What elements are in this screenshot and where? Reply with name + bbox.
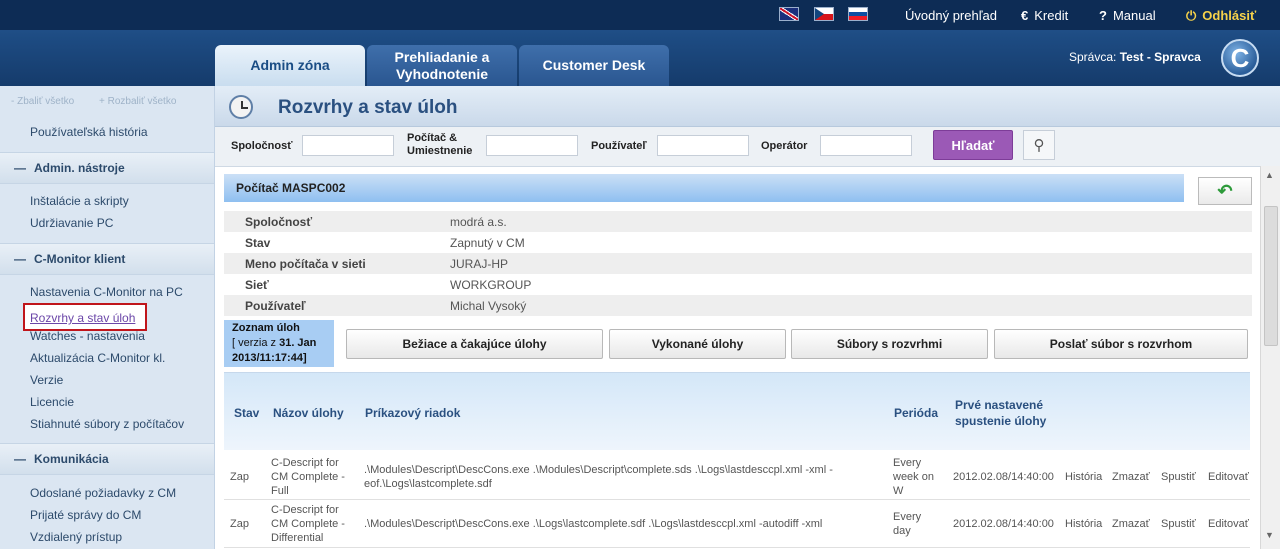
search-button[interactable]: Hľadať <box>933 130 1013 160</box>
col-first-run: Prvé nastavené spustenie úlohy <box>955 398 1047 428</box>
row-status: Zap <box>230 518 249 530</box>
col-name: Názov úlohy <box>273 406 344 420</box>
send-schedule-file-button[interactable]: Poslať súbor s rozvrhom <box>994 329 1248 359</box>
collapse-dash-icon: — <box>14 161 26 175</box>
sidebar-item-cmonitor-settings[interactable]: Nastavenia C-Monitor na PC <box>30 285 183 299</box>
credit-link[interactable]: € Kredit <box>1021 8 1068 23</box>
filter-bar: Spoločnosť Počítač & Umiestnenie Používat… <box>215 127 1280 167</box>
run-link[interactable]: Spustiť <box>1161 470 1196 484</box>
edit-link[interactable]: Editovať <box>1208 517 1249 531</box>
history-link[interactable]: História <box>1065 517 1102 531</box>
history-link[interactable]: História <box>1065 470 1102 484</box>
sidebar-section-communication[interactable]: — Komunikácia <box>0 443 214 475</box>
cz-flag-icon[interactable] <box>814 7 834 21</box>
row-first-run: 2012.02.08/14:40:00 <box>953 518 1054 530</box>
admin-info: Správca: Test - Spravca <box>1069 50 1201 64</box>
scroll-down-icon[interactable]: ▼ <box>1265 530 1274 540</box>
row-period: Every week on W <box>893 457 934 497</box>
col-command: Príkazový riadok <box>365 406 461 420</box>
sidebar-item-schedules-active[interactable]: Rozvrhy a stav úloh <box>23 303 147 331</box>
info-row-company: Spoločnosť modrá a.s. <box>224 211 1252 232</box>
overview-link[interactable]: Úvodný prehľad <box>905 8 997 23</box>
collapse-all-link[interactable]: - Zbaliť všetko <box>11 96 74 107</box>
computer-header: Počítač MASPC002 <box>224 174 1184 202</box>
sidebar-section-admin-tools[interactable]: — Admin. nástroje <box>0 152 214 184</box>
info-row-computer-name: Meno počítača v sieti JURAJ-HP <box>224 253 1252 274</box>
operator-label: Operátor <box>761 140 808 152</box>
company-input[interactable] <box>302 135 394 156</box>
sidebar-item-user-history[interactable]: Používateľská história <box>30 125 148 139</box>
clock-icon <box>229 95 253 119</box>
sidebar-item-received-messages[interactable]: Prijaté správy do CM <box>30 508 141 522</box>
schedule-files-button[interactable]: Súbory s rozvrhmi <box>791 329 988 359</box>
sidebar-section-cmonitor-client[interactable]: — C-Monitor klient <box>0 243 214 275</box>
sidebar: - Zbaliť všetko + Rozbaliť všetko Použív… <box>0 86 215 549</box>
computer-detail: Počítač MASPC002 ↶ Spoločnosť modrá a.s. … <box>224 174 1254 549</box>
zoom-search-icon[interactable]: ⚲ <box>1023 130 1055 160</box>
expand-all-link[interactable]: + Rozbaliť všetko <box>99 96 176 107</box>
page-header: Rozvrhy a stav úloh <box>215 86 1280 127</box>
euro-icon: € <box>1021 8 1029 23</box>
collapse-dash-icon: — <box>14 252 26 266</box>
tab-review-evaluation[interactable]: Prehliadanie a Vyhodnotenie <box>367 45 517 86</box>
sidebar-item-cmonitor-update[interactable]: Aktualizácia C-Monitor kl. <box>30 351 165 365</box>
user-input[interactable] <box>657 135 749 156</box>
sidebar-item-downloaded-files[interactable]: Stiahnuté súbory z počítačov <box>30 417 184 431</box>
sidebar-item-sent-requests[interactable]: Odoslané požiadavky z CM <box>30 486 176 500</box>
row-command: .\Modules\Descript\DescCons.exe .\Module… <box>364 464 833 490</box>
power-icon: ⏻ <box>1186 8 1197 23</box>
main-content: Rozvrhy a stav úloh Spoločnosť Počítač &… <box>215 86 1280 549</box>
sidebar-item-watches[interactable]: Watches - nastavenia <box>30 329 145 343</box>
table-row: Zap C-Descript for CM Complete - Full .\… <box>224 452 1250 500</box>
row-first-run: 2012.02.08/14:40:00 <box>953 471 1054 483</box>
cmonitor-logo-icon: C <box>1221 39 1259 77</box>
collapse-dash-icon: — <box>14 452 26 466</box>
row-command: .\Modules\Descript\DescCons.exe .\Logs\l… <box>364 518 823 530</box>
admin-name[interactable]: Test - Spravca <box>1120 50 1201 64</box>
vertical-scrollbar[interactable]: ▲ ▼ <box>1260 166 1280 549</box>
delete-link[interactable]: Zmazať <box>1112 470 1150 484</box>
scroll-thumb[interactable] <box>1264 206 1278 346</box>
logout-link[interactable]: ⏻ Odhlásiť <box>1186 8 1256 24</box>
row-period: Every day <box>893 511 922 537</box>
operator-input[interactable] <box>820 135 912 156</box>
row-name: C-Descript for CM Complete - Differentia… <box>271 504 345 544</box>
computer-input[interactable] <box>486 135 578 156</box>
sidebar-item-pc-maintenance[interactable]: Udržiavanie PC <box>30 216 113 230</box>
help-icon: ? <box>1099 8 1107 23</box>
task-table-header: Stav Názov úlohy Príkazový riadok Periód… <box>224 372 1250 450</box>
row-name: C-Descript for CM Complete - Full <box>271 457 345 497</box>
col-period: Perióda <box>894 406 939 420</box>
sidebar-item-remote-access[interactable]: Vzdialený prístup <box>30 530 122 544</box>
info-row-status: Stav Zapnutý v CM <box>245 236 525 250</box>
info-row-network: Sieť WORKGROUP <box>245 278 532 292</box>
edit-link[interactable]: Editovať <box>1208 470 1249 484</box>
delete-link[interactable]: Zmazať <box>1112 517 1150 531</box>
table-row: Zap C-Descript for CM Complete - Differe… <box>224 500 1250 548</box>
col-status: Stav <box>234 406 260 420</box>
page-title: Rozvrhy a stav úloh <box>278 97 458 118</box>
running-tasks-button[interactable]: Bežiace a čakajúce úlohy <box>346 329 603 359</box>
run-link[interactable]: Spustiť <box>1161 517 1196 531</box>
sidebar-item-installations[interactable]: Inštalácie a skripty <box>30 194 129 208</box>
task-list-title: Zoznam úloh [ verzia z 31. Jan 2013/11:1… <box>224 320 334 367</box>
back-arrow-icon[interactable]: ↶ <box>1198 177 1252 205</box>
scroll-up-icon[interactable]: ▲ <box>1265 170 1274 180</box>
sk-flag-icon[interactable] <box>848 7 868 21</box>
completed-tasks-button[interactable]: Vykonané úlohy <box>609 329 786 359</box>
tab-admin-zone[interactable]: Admin zóna <box>215 45 365 86</box>
user-label: Používateľ <box>591 140 647 152</box>
top-header: Úvodný prehľad € Kredit ? Manual ⏻ Odhlásiť… <box>0 0 1280 86</box>
info-row-user: Používateľ Michal Vysoký <box>224 295 1252 316</box>
company-label: Spoločnosť <box>231 140 293 152</box>
row-status: Zap <box>230 471 249 483</box>
manual-link[interactable]: ? Manual <box>1099 8 1156 23</box>
sidebar-item-versions[interactable]: Verzie <box>30 373 63 387</box>
uk-flag-icon[interactable] <box>779 7 799 21</box>
tab-customer-desk[interactable]: Customer Desk <box>519 45 669 86</box>
computer-label: Počítač & Umiestnenie <box>407 132 473 157</box>
sidebar-item-licenses[interactable]: Licencie <box>30 395 74 409</box>
